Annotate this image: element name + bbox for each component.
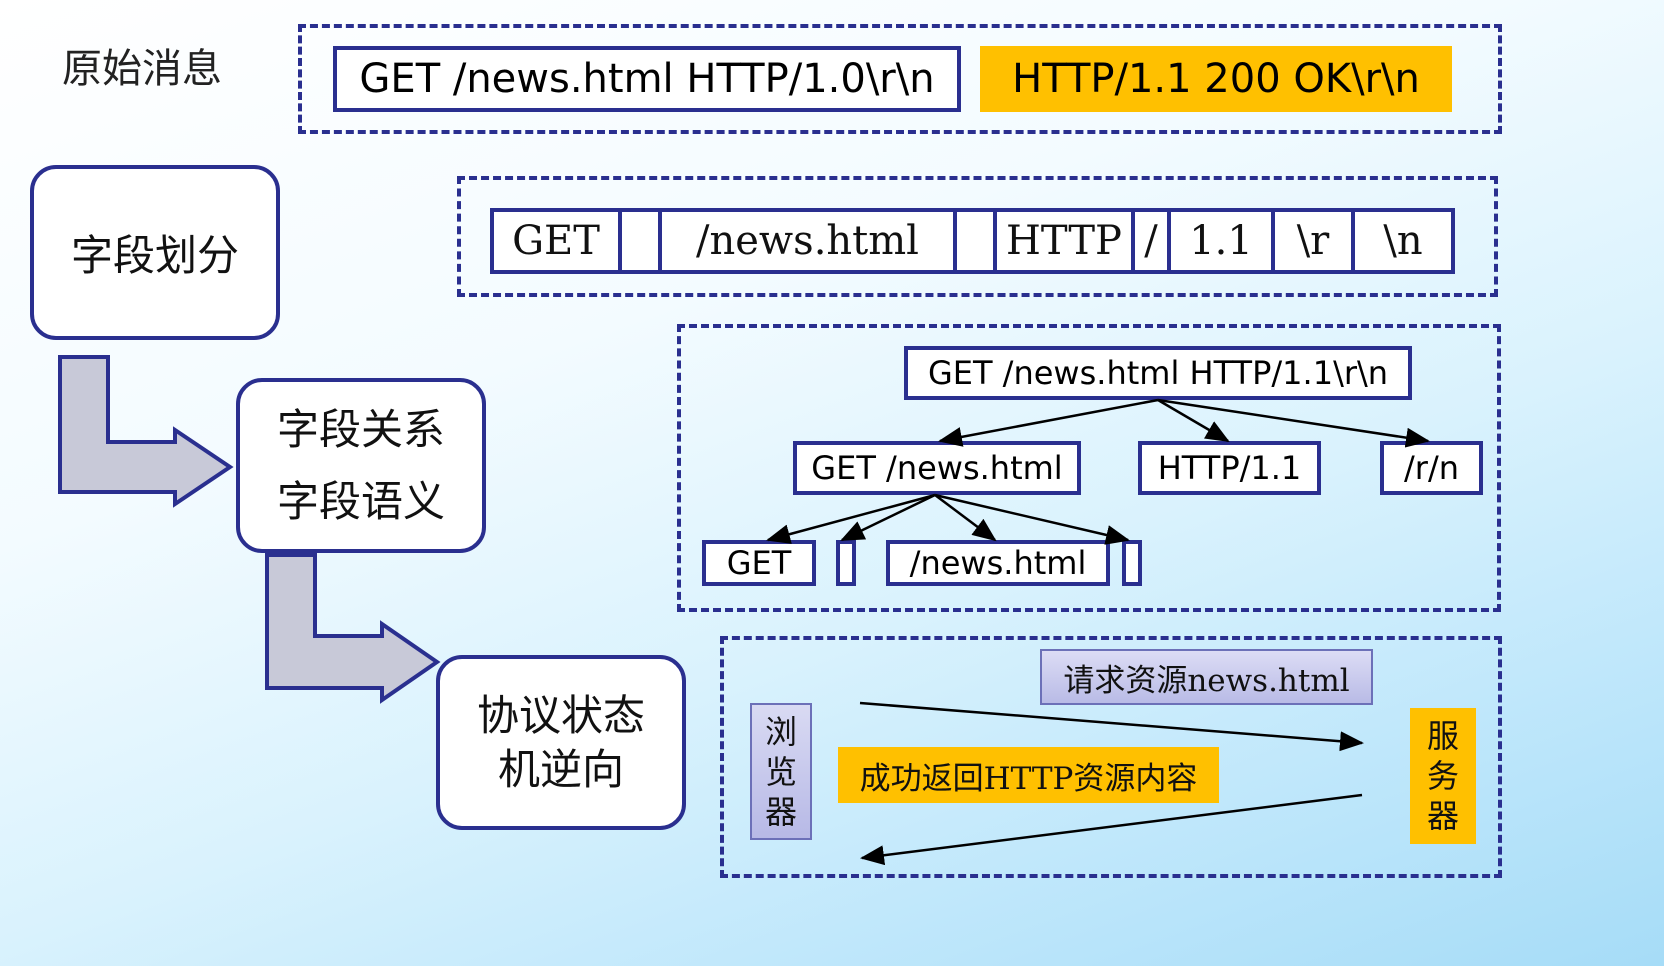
client-browser: 浏 览 器 [750, 703, 812, 840]
request-label: 请求资源news.html [1040, 649, 1373, 705]
server: 服 务 器 [1410, 708, 1476, 844]
server-label-char: 务 [1426, 757, 1459, 795]
server-label-char: 器 [1426, 797, 1459, 835]
response-label: 成功返回HTTP资源内容 [838, 747, 1219, 803]
client-label-char: 器 [764, 792, 797, 831]
tree-edge [766, 493, 936, 544]
server-label-char: 服 [1426, 717, 1459, 755]
tree-edge [1157, 398, 1430, 448]
client-label-char: 浏 [764, 712, 797, 751]
client-label-char: 览 [764, 752, 797, 791]
tree-edge [938, 398, 1159, 447]
